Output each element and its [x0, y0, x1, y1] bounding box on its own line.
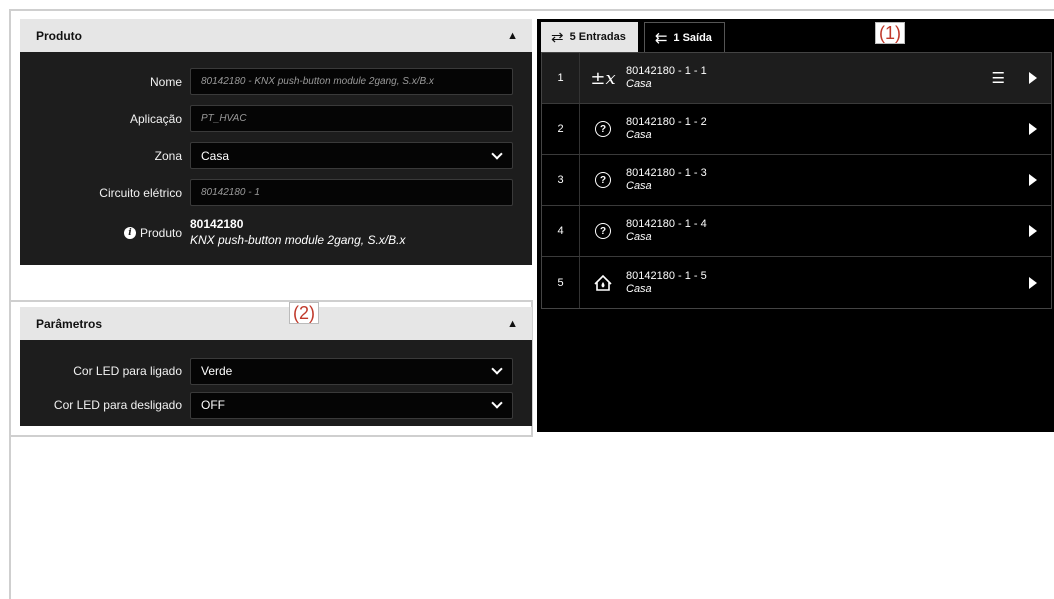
cor-ligado-row: Cor LED para ligado Verde: [20, 354, 532, 388]
list-item[interactable]: 4 ? 80142180 - 1 - 4 Casa: [542, 206, 1051, 257]
play-arrow-icon[interactable]: [1029, 123, 1037, 135]
item-index: 5: [542, 257, 580, 308]
zona-row: Zona Casa: [20, 137, 532, 174]
circuito-row: Circuito elétrico 80142180 - 1: [20, 174, 532, 211]
nome-input[interactable]: 80142180 - KNX push-button module 2gang,…: [190, 68, 513, 95]
question-icon: ?: [595, 223, 611, 239]
list-item[interactable]: 2 ? 80142180 - 1 - 2 Casa: [542, 104, 1051, 155]
item-name: 80142180 - 1 - 5: [626, 269, 707, 282]
chevron-down-icon: [491, 397, 503, 409]
produto-code: 80142180: [190, 217, 244, 231]
parametros-panel-title: Parâmetros: [36, 316, 103, 331]
produto-row: i Produto 80142180 KNX push-button modul…: [20, 211, 532, 265]
item-zone: Casa: [626, 78, 652, 90]
cor-ligado-value: Verde: [201, 364, 233, 378]
list-item[interactable]: 5 80142180 - 1 - 5 Casa: [542, 257, 1051, 308]
zona-label: Zona: [154, 148, 182, 163]
cor-desligado-value: OFF: [201, 398, 225, 412]
aplicacao-label: Aplicação: [129, 111, 182, 126]
item-zone: Casa: [626, 282, 652, 295]
circuito-input[interactable]: 80142180 - 1: [190, 179, 513, 206]
item-zone: Casa: [626, 180, 652, 192]
produto-value: 80142180 KNX push-button module 2gang, S…: [190, 217, 405, 247]
settings-sliders-icon[interactable]: ☰: [992, 69, 1005, 87]
cor-desligado-row: Cor LED para desligado OFF: [20, 388, 532, 422]
cor-ligado-select[interactable]: Verde: [190, 357, 513, 385]
annotation-2-label: (2): [289, 302, 319, 324]
tab-saida[interactable]: ⇇ 1 Saída: [643, 22, 725, 52]
play-arrow-icon[interactable]: [1029, 276, 1037, 289]
item-index: 4: [542, 206, 580, 256]
zona-select[interactable]: Casa: [190, 142, 513, 169]
chevron-down-icon: [491, 363, 503, 375]
cor-ligado-label: Cor LED para ligado: [73, 364, 182, 378]
cor-desligado-select[interactable]: OFF: [190, 391, 513, 419]
tab-entradas-label: 5 Entradas: [569, 31, 626, 43]
aplicacao-input[interactable]: PT_HVAC: [190, 105, 513, 132]
home-drop-icon: [580, 274, 626, 292]
list-item[interactable]: 3 ? 80142180 - 1 - 3 Casa: [542, 155, 1051, 206]
inputs-list: 1 ±x 80142180 - 1 - 1 Casa ☰ 2 ? 8014218…: [541, 52, 1052, 309]
annotation-1-label: (1): [875, 22, 905, 44]
info-icon[interactable]: i: [123, 227, 136, 239]
produto-description: KNX push-button module 2gang, S.x/B.x: [190, 233, 406, 247]
item-name: 80142180 - 1 - 4: [626, 218, 707, 230]
item-zone: Casa: [626, 129, 652, 141]
question-icon: ?: [595, 172, 611, 188]
inputs-panel: ⇄ 5 Entradas ⇇ 1 Saída 1 ±x 80142180 - 1…: [537, 19, 1054, 432]
produto-panel: Produto ▲ Nome 80142180 - KNX push-butto…: [20, 19, 532, 265]
item-name: 80142180 - 1 - 3: [626, 167, 707, 179]
input-arrow-icon: ⇄: [551, 29, 564, 46]
nome-label: Nome: [149, 74, 182, 89]
cor-desligado-label: Cor LED para desligado: [53, 398, 182, 412]
play-arrow-icon[interactable]: [1029, 72, 1037, 84]
output-arrow-icon: ⇇: [654, 29, 668, 47]
collapse-icon[interactable]: ▲: [507, 318, 518, 330]
tab-saida-label: 1 Saída: [673, 31, 712, 44]
tab-entradas[interactable]: ⇄ 5 Entradas: [541, 22, 638, 52]
item-zone: Casa: [626, 231, 652, 243]
list-item[interactable]: 1 ±x 80142180 - 1 - 1 Casa ☰: [542, 53, 1051, 104]
tab-bar: ⇄ 5 Entradas ⇇ 1 Saída: [537, 19, 1054, 52]
item-index: 2: [542, 104, 580, 154]
nome-row: Nome 80142180 - KNX push-button module 2…: [20, 63, 532, 100]
circuito-label: Circuito elétrico: [99, 185, 182, 200]
question-icon: ?: [595, 121, 611, 137]
play-arrow-icon[interactable]: [1029, 174, 1037, 186]
play-arrow-icon[interactable]: [1029, 225, 1037, 237]
item-name: 80142180 - 1 - 2: [626, 116, 707, 128]
parametros-panel-header[interactable]: Parâmetros ▲: [20, 307, 532, 340]
item-index: 3: [542, 155, 580, 205]
zona-value: Casa: [201, 148, 230, 163]
function-icon: ±x: [590, 67, 616, 89]
aplicacao-row: Aplicação PT_HVAC: [20, 100, 532, 137]
parametros-panel: Parâmetros ▲ Cor LED para ligado Verde C…: [20, 307, 532, 426]
chevron-down-icon: [491, 147, 503, 160]
produto-label: Produto: [139, 226, 182, 240]
item-index: 1: [542, 53, 580, 103]
produto-panel-header[interactable]: Produto ▲: [20, 19, 532, 52]
item-name: 80142180 - 1 - 1: [626, 65, 707, 77]
produto-panel-title: Produto: [36, 28, 82, 43]
collapse-icon[interactable]: ▲: [507, 30, 518, 42]
